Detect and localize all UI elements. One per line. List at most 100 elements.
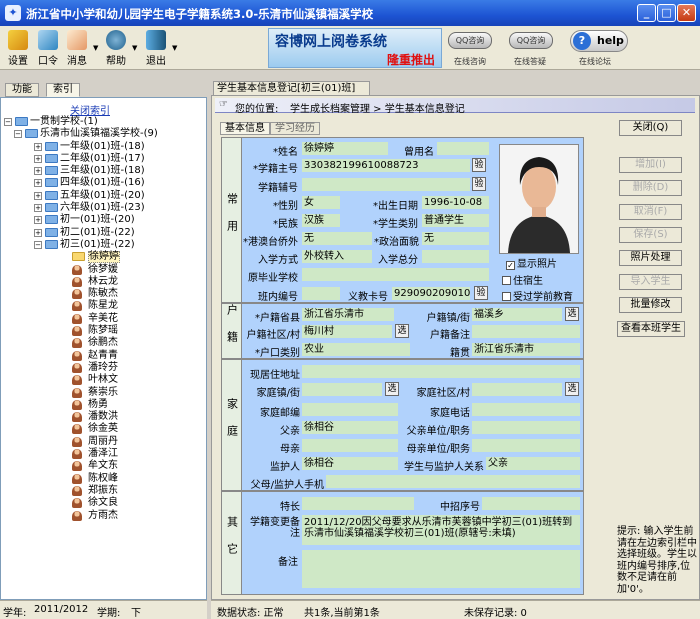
ad-banner[interactable]: 容博网上阅卷系统 隆重推出 [268,28,442,68]
tree-node-student[interactable]: 潘泽江 [4,448,204,460]
political-field[interactable]: 无 [422,232,489,245]
expand-toggle-icon[interactable]: + [34,179,42,188]
sid-field[interactable]: 330382199610088723 [302,159,470,172]
guardian-field[interactable]: 徐相谷 [302,457,398,470]
view-class-students-button[interactable]: 查看本班学生 [617,321,685,337]
boarder-checkbox[interactable]: 住宿生 [502,272,543,287]
birth-field[interactable]: 1996-10-08 [422,196,489,209]
mother-work-field[interactable] [472,439,580,452]
phone-field[interactable] [472,403,580,416]
tree-node-student[interactable]: 徐金英 [4,423,204,435]
cancel-button[interactable]: 取消(F) [619,204,682,220]
sex-field[interactable]: 女 [302,196,340,209]
settings-button[interactable]: 设置 [3,30,33,67]
photo-process-button[interactable]: 照片处理 [619,250,682,266]
recruit-field[interactable] [482,497,580,510]
tree-node-student[interactable]: 牟文东 [4,460,204,472]
tree-node-student[interactable]: 周丽丹 [4,436,204,448]
batch-edit-button[interactable]: 批量修改 [619,297,682,313]
tab-basic-info[interactable]: 基本信息 [220,122,270,135]
expand-toggle-icon[interactable]: − [34,240,42,249]
qq-consult-button-2[interactable]: QQ咨询 [509,32,553,49]
import-students-button[interactable]: 导入学生 [619,274,682,290]
town-field[interactable]: 福溪乡 [472,308,562,321]
maximize-button[interactable]: □ [657,4,676,22]
exit-button[interactable]: 退出 [141,30,171,67]
password-button[interactable]: 口令 [33,30,63,67]
expand-toggle-icon[interactable]: + [34,204,42,213]
tab-functions[interactable]: 功能 [5,83,39,97]
sid2-verify-button[interactable]: 验 [472,177,486,191]
expand-toggle-icon[interactable]: + [34,154,42,163]
sid2-field[interactable] [302,178,470,191]
qq-consult-button-1[interactable]: QQ咨询 [448,32,492,49]
tree-node-student[interactable]: 徐梦媛 [4,264,204,276]
town-select-button[interactable]: 选 [565,307,579,321]
expand-toggle-icon[interactable]: + [34,142,42,151]
expand-toggle-icon[interactable]: + [34,216,42,225]
tree-node-student[interactable]: 方雨杰 [4,510,204,522]
remark-field[interactable] [302,550,580,588]
native-field[interactable]: 浙江省乐清市 [472,343,580,356]
note-field[interactable] [472,325,580,338]
mother-field[interactable] [302,439,398,452]
nation-field[interactable]: 汉族 [302,214,340,227]
expand-toggle-icon[interactable]: − [14,130,22,139]
tree-node-class[interactable]: + 六年级(01)班-(23) [4,202,204,214]
card-field[interactable]: 92909020901037 [392,287,470,300]
tree-node-student[interactable]: 陈星龙 [4,300,204,312]
stype-field[interactable]: 普通学生 [422,214,489,227]
tree-node-class[interactable]: + 五年级(01)班-(20) [4,190,204,202]
message-dropdown-icon[interactable]: ▼ [93,44,98,52]
tree-node-class[interactable]: + 三年级(01)班-(18) [4,165,204,177]
ftown-select-button[interactable]: 选 [385,382,399,396]
origin-field[interactable] [302,268,489,281]
oldname-field[interactable] [437,142,489,155]
add-button[interactable]: 增加(I) [619,157,682,173]
show-photo-checkbox[interactable]: ✓ 显示照片 [506,255,557,270]
tree-node-student[interactable]: 林云龙 [4,276,204,288]
online-help-button[interactable]: ? help [570,30,628,52]
classno-field[interactable] [302,287,340,300]
address-field[interactable] [302,365,580,378]
fvillage-select-button[interactable]: 选 [565,382,579,396]
form-title-tab[interactable]: 学生基本信息登记[初三(01)班] [213,81,370,95]
tree-node-school[interactable]: − 乐清市仙溪镇福溪学校-(9) [4,128,204,140]
help-dropdown-icon[interactable]: ▼ [132,44,137,52]
tree-node-student[interactable]: 赵青青 [4,350,204,362]
tree-node-student[interactable]: 徐鹏杰 [4,337,204,349]
village-field[interactable]: 梅川村 [302,325,392,338]
expand-toggle-icon[interactable]: + [34,191,42,200]
tree-node-class[interactable]: + 一年级(01)班-(18) [4,141,204,153]
tree-node-student[interactable]: 徐文良 [4,497,204,509]
tree-node-school[interactable]: − 一贯制学校-(1) [4,116,204,128]
sid-verify-button[interactable]: 验 [472,158,486,172]
delete-button[interactable]: 删除(D) [619,180,682,196]
tree-node-student[interactable]: 陈敏杰 [4,288,204,300]
tree-node-student[interactable]: 陈梦瑶 [4,325,204,337]
specialty-field[interactable] [302,497,414,510]
tree-node-class[interactable]: + 初二(01)班-(22) [4,227,204,239]
tree-node-class[interactable]: + 初一(01)班-(20) [4,214,204,226]
tree-node-student[interactable]: 杨勇 [4,399,204,411]
name-field[interactable]: 徐婷婷 [302,142,388,155]
student-photo[interactable] [499,144,579,254]
save-button[interactable]: 保存(S) [619,227,682,243]
entry-field[interactable]: 外校转入 [302,250,372,263]
prov-field[interactable]: 浙江省乐清市 [302,308,394,321]
tree-node-student[interactable]: 潘数洪 [4,411,204,423]
tab-study-history[interactable]: 学习经历 [270,122,320,135]
fvillage-field[interactable] [472,383,562,396]
help-button[interactable]: 帮助 [101,30,131,67]
tree-node-student[interactable]: 蔡崇乐 [4,387,204,399]
card-verify-button[interactable]: 验 [474,286,488,300]
expand-toggle-icon[interactable]: + [34,228,42,237]
minimize-button[interactable]: _ [637,4,656,22]
change-note-field[interactable]: 2011/12/20因父母要求从乐清市芙蓉镇中学初三(01)班转到乐清市仙溪镇福… [302,515,580,545]
father-work-field[interactable] [472,421,580,434]
close-index-link[interactable]: 关闭索引 [70,102,110,117]
guardian-phone-field[interactable] [326,475,580,488]
father-field[interactable]: 徐相谷 [302,421,398,434]
village-select-button[interactable]: 选 [395,324,409,338]
tree-node-student[interactable]: 徐婷婷 [4,251,204,264]
